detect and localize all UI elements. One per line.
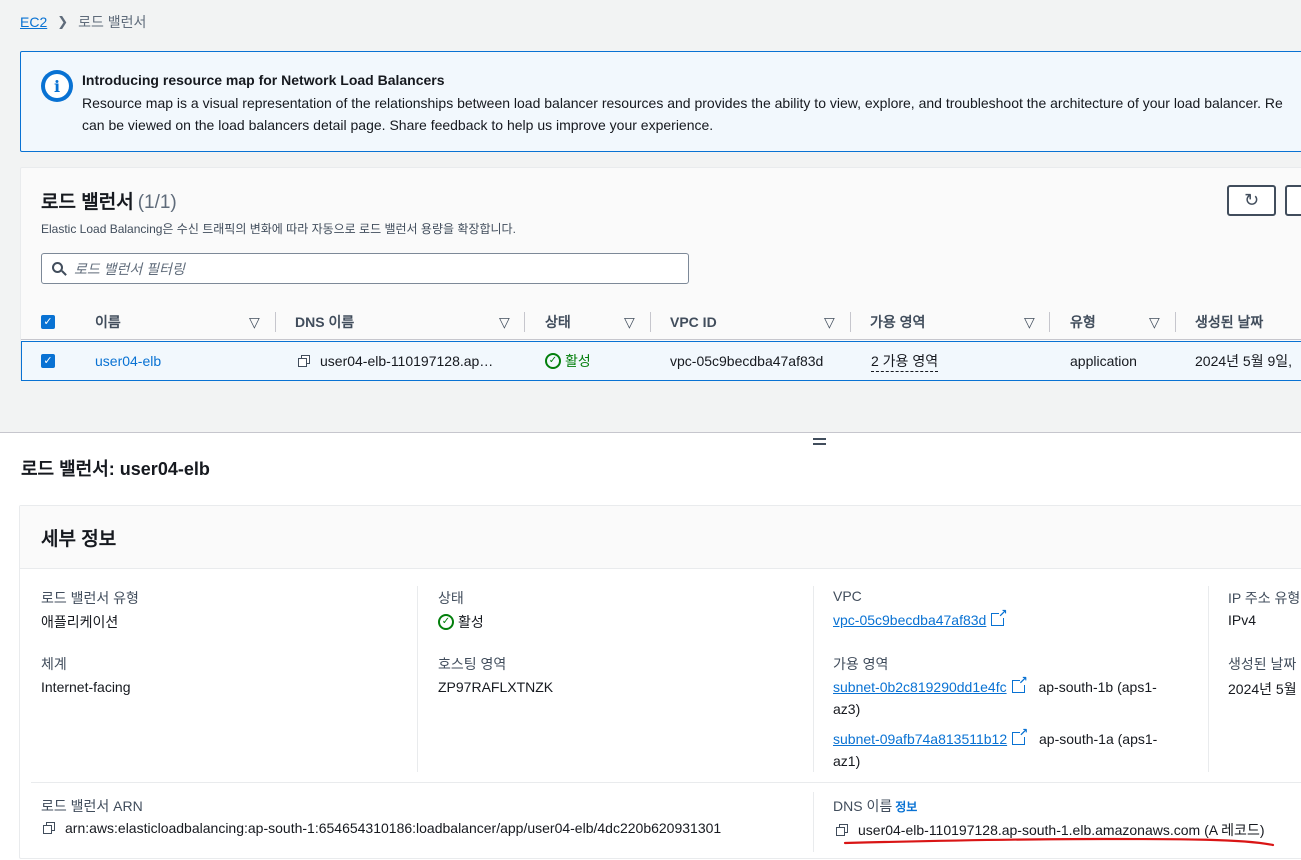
subnet-2-zone-cont: az1) xyxy=(833,753,861,769)
refresh-button[interactable]: ↻ xyxy=(1227,185,1276,216)
subnet-1-link[interactable]: subnet-0b2c819290dd1e4fc xyxy=(833,679,1007,695)
breadcrumb: EC2 ❯ 로드 밸런서 xyxy=(20,12,146,32)
lb-type-label: 로드 밸런서 유형 xyxy=(41,590,139,606)
lb-type-cell: application xyxy=(1070,353,1137,369)
subnet-2-zone: ap-south-1a (aps1- xyxy=(1039,731,1158,747)
az-label: 가용 영역 xyxy=(833,656,889,672)
column-header-vpc[interactable]: VPC ID xyxy=(670,304,717,340)
state-value-wrap: ✓ 활성 xyxy=(438,612,484,632)
external-link-icon[interactable] xyxy=(1011,674,1028,693)
load-balancer-list-panel: 로드 밸런서 (1/1) Elastic Load Balancing은 수신 트… xyxy=(20,167,1301,381)
details-panel-header: 세부 정보 xyxy=(20,506,1301,569)
status-ok-icon: ✓ xyxy=(545,353,561,369)
vpc-link[interactable]: vpc-05c9becdba47af83d xyxy=(833,612,986,628)
lb-type-value: 애플리케이션 xyxy=(41,614,119,630)
detail-split-pane: 로드 밸런서: user04-elb 세부 정보 로드 밸런서 유형 애플리케이… xyxy=(0,432,1301,860)
subnet-1-zone-cont: az3) xyxy=(833,701,861,717)
ip-type-value: IPv4 xyxy=(1228,612,1257,628)
banner-body: Resource map is a visual representation … xyxy=(82,92,1301,136)
external-link-icon[interactable] xyxy=(991,607,1007,626)
hosted-zone-label: 호스팅 영역 xyxy=(438,656,507,672)
vpc-label: VPC xyxy=(833,588,862,604)
info-banner: i Introducing resource map for Network L… xyxy=(20,51,1301,152)
column-header-created[interactable]: 생성된 날짜 xyxy=(1195,304,1263,340)
annotation-underline xyxy=(843,837,1275,847)
state-value: 활성 xyxy=(458,614,484,630)
copy-icon[interactable] xyxy=(298,354,311,368)
copy-icon[interactable] xyxy=(836,823,849,837)
details-panel: 세부 정보 로드 밸런서 유형 애플리케이션 체계 Internet-facin… xyxy=(19,505,1301,859)
lb-dns-cell: user04-elb-110197128.ap… xyxy=(320,353,494,369)
sort-icon[interactable]: ▽ xyxy=(249,304,260,340)
column-header-dns[interactable]: DNS 이름 xyxy=(295,304,354,340)
list-title: 로드 밸런서 (1/1) xyxy=(41,187,177,214)
arn-label: 로드 밸런서 ARN xyxy=(41,798,143,814)
scheme-label: 체계 xyxy=(41,656,67,672)
row-checkbox[interactable]: ✓ xyxy=(41,354,55,368)
hosted-zone-value: ZP97RAFLXTNZK xyxy=(438,679,554,695)
state-label: 상태 xyxy=(438,590,464,606)
list-title-text: 로드 밸런서 xyxy=(41,192,134,213)
sort-icon[interactable]: ▽ xyxy=(624,304,635,340)
ip-type-label: IP 주소 유형 xyxy=(1228,590,1301,606)
lb-az-cell[interactable]: 2 가용 영역 xyxy=(871,351,939,372)
created-value: 2024년 5월 xyxy=(1228,681,1297,697)
breadcrumb-ec2-link[interactable]: EC2 xyxy=(20,14,47,30)
sort-icon[interactable]: ▽ xyxy=(1024,304,1035,340)
drag-handle-icon[interactable] xyxy=(813,438,826,446)
sort-icon[interactable]: ▽ xyxy=(824,304,835,340)
column-header-type[interactable]: 유형 xyxy=(1070,304,1096,340)
column-header-az[interactable]: 가용 영역 xyxy=(870,304,925,340)
lb-created-cell: 2024년 5월 9일, xyxy=(1195,353,1293,369)
actions-button[interactable] xyxy=(1285,185,1301,216)
sort-icon[interactable]: ▽ xyxy=(1149,304,1160,340)
search-icon xyxy=(52,261,67,276)
dns-info-link[interactable]: 정보 xyxy=(895,800,917,814)
details-panel-title: 세부 정보 xyxy=(41,529,117,550)
arn-value: arn:aws:elasticloadbalancing:ap-south-1:… xyxy=(65,820,722,836)
banner-body-line-1: Resource map is a visual representation … xyxy=(82,95,1283,111)
refresh-icon: ↻ xyxy=(1243,190,1260,210)
external-link-icon[interactable] xyxy=(1012,726,1028,745)
banner-title: Introducing resource map for Network Loa… xyxy=(82,72,445,88)
subnet-2-link[interactable]: subnet-09afb74a813511b12 xyxy=(833,731,1007,747)
filter-input[interactable] xyxy=(74,260,664,277)
table-row[interactable]: ✓ user04-elb user04-elb-110197128.ap… ✓ … xyxy=(21,341,1301,381)
column-header-state[interactable]: 상태 xyxy=(545,304,571,340)
lb-vpc-cell: vpc-05c9becdba47af83d xyxy=(670,353,824,369)
chevron-right-icon: ❯ xyxy=(57,14,69,29)
select-all-checkbox[interactable]: ✓ xyxy=(41,315,55,329)
banner-body-line-2: can be viewed on the load balancers deta… xyxy=(82,117,714,133)
column-header-name[interactable]: 이름 xyxy=(95,304,121,340)
lb-name-link[interactable]: user04-elb xyxy=(95,353,161,369)
subnet-1-zone: ap-south-1b (aps1- xyxy=(1038,679,1157,695)
created-label: 생성된 날짜 xyxy=(1228,656,1297,672)
dns-label: DNS 이름 xyxy=(833,798,893,814)
detail-heading: 로드 밸런서: user04-elb xyxy=(21,459,210,479)
copy-icon[interactable] xyxy=(43,821,56,835)
status-ok-icon: ✓ xyxy=(438,614,454,630)
info-icon: i xyxy=(41,70,73,102)
list-count: (1/1) xyxy=(137,192,177,213)
breadcrumb-current: 로드 밸런서 xyxy=(78,14,147,30)
table-header: ✓ 이름 ▽ DNS 이름 ▽ 상태 ▽ VPC ID ▽ 가용 영역 ▽ 유형… xyxy=(21,304,1301,340)
scheme-value: Internet-facing xyxy=(41,679,131,695)
list-description: Elastic Load Balancing은 수신 트래픽의 변화에 따라 자… xyxy=(41,222,516,236)
filter-box[interactable] xyxy=(41,253,689,284)
sort-icon[interactable]: ▽ xyxy=(499,304,510,340)
lb-state-cell: 활성 xyxy=(565,353,591,369)
